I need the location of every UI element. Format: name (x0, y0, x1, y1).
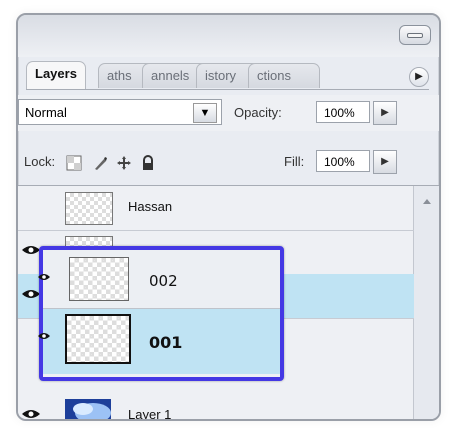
visibility-eye-icon[interactable] (37, 272, 51, 282)
fill-arrow-button[interactable]: ▶ (373, 150, 397, 174)
layer-name: 001 (149, 333, 183, 352)
lock-row: Lock: Fill: 100% ▶ (18, 144, 439, 180)
lock-transparent-pixels-icon[interactable] (66, 155, 82, 171)
opacity-field[interactable]: 100% (316, 101, 370, 123)
triangle-right-icon: ▶ (381, 156, 389, 167)
visibility-eye-icon[interactable] (21, 408, 41, 420)
tab-layers[interactable]: Layers (26, 61, 86, 89)
triangle-right-icon: ▶ (381, 107, 389, 118)
layers-scrollbar[interactable] (413, 186, 439, 419)
tab-actions[interactable]: ctions (248, 63, 320, 88)
layer-name: 002 (149, 272, 178, 290)
layer-row-hassan[interactable]: Hassan (18, 186, 414, 231)
collapse-button[interactable] (399, 25, 431, 45)
blend-row: Normal ▼ Opacity: 100% ▶ (18, 95, 439, 131)
panel-menu-button[interactable]: ▶ (409, 67, 429, 87)
triangle-right-icon: ▶ (415, 71, 423, 82)
dropdown-arrow-button[interactable]: ▼ (193, 103, 217, 123)
visibility-eye-icon[interactable] (21, 244, 41, 256)
layer-thumbnail-image-icon (65, 399, 111, 419)
layer-thumbnail-selected (65, 314, 131, 364)
opacity-label: Opacity: (234, 105, 282, 120)
scroll-up-icon[interactable] (421, 196, 433, 208)
layer-thumbnail (69, 257, 129, 301)
chevron-down-icon: ▼ (199, 107, 211, 119)
visibility-eye-icon[interactable] (21, 288, 41, 300)
lock-label: Lock: (24, 154, 56, 169)
zoom-layer-row-001[interactable]: 001 (38, 308, 280, 374)
zoom-layer-row-002[interactable]: 002 (38, 250, 280, 308)
layer-name: Layer 1 (128, 407, 172, 421)
blend-mode-value: Normal (25, 105, 67, 120)
zoom-highlight-box: 002 001 (38, 246, 284, 381)
visibility-eye-icon[interactable] (37, 331, 51, 341)
fill-field[interactable]: 100% (316, 150, 370, 172)
lock-position-icon[interactable] (116, 155, 132, 171)
lock-all-icon[interactable] (140, 155, 156, 171)
panel-tabs: Layers aths annels istory ctions ▶ (26, 59, 429, 90)
opacity-arrow-button[interactable]: ▶ (373, 101, 397, 125)
panel-titlebar (18, 15, 439, 57)
layer-name: Hassan (128, 199, 173, 214)
blend-mode-select[interactable]: Normal ▼ (18, 99, 222, 125)
layer-thumbnail (65, 192, 113, 225)
layer-row-layer-1[interactable]: Layer 1 (18, 394, 414, 421)
fill-label: Fill: (284, 154, 305, 169)
lock-image-pixels-icon[interactable] (92, 155, 108, 171)
